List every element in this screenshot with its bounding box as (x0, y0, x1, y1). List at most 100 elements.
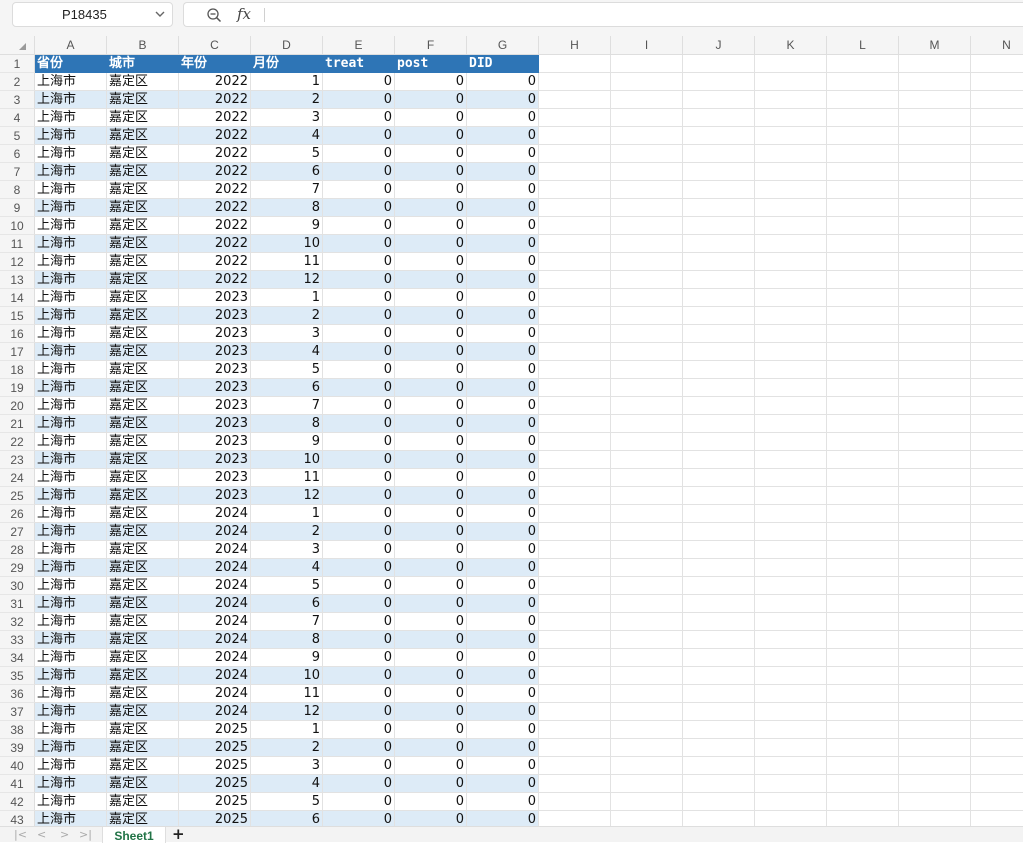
cell[interactable]: 0 (395, 739, 467, 757)
cell[interactable] (611, 289, 683, 307)
cell[interactable] (971, 343, 1023, 361)
cell[interactable]: 2 (251, 91, 323, 109)
cell[interactable]: 上海市 (35, 577, 107, 595)
cell[interactable] (827, 73, 899, 91)
cell[interactable] (683, 289, 755, 307)
cell[interactable] (611, 181, 683, 199)
cell[interactable] (755, 469, 827, 487)
cell[interactable] (827, 667, 899, 685)
cell[interactable] (755, 559, 827, 577)
cell[interactable]: 0 (467, 541, 539, 559)
cell[interactable]: 0 (467, 235, 539, 253)
cell[interactable]: 嘉定区 (107, 127, 179, 145)
cell[interactable]: 0 (323, 451, 395, 469)
cell[interactable] (611, 145, 683, 163)
header-cell[interactable]: 月份 (251, 55, 323, 73)
cell[interactable] (539, 613, 611, 631)
cell[interactable] (899, 613, 971, 631)
cell[interactable] (683, 253, 755, 271)
cell[interactable] (611, 703, 683, 721)
cell[interactable] (539, 109, 611, 127)
cell[interactable]: 上海市 (35, 145, 107, 163)
cell[interactable] (899, 649, 971, 667)
cell[interactable]: 0 (467, 505, 539, 523)
cell[interactable]: 0 (467, 433, 539, 451)
cell[interactable] (899, 577, 971, 595)
cell[interactable] (755, 613, 827, 631)
cell[interactable]: 0 (467, 253, 539, 271)
column-header-j[interactable]: J (683, 36, 755, 55)
cell[interactable] (683, 91, 755, 109)
cell[interactable] (827, 325, 899, 343)
cell[interactable]: 0 (395, 595, 467, 613)
cell[interactable]: 0 (323, 253, 395, 271)
cell[interactable] (611, 253, 683, 271)
cell[interactable] (899, 793, 971, 811)
cell[interactable]: 上海市 (35, 793, 107, 811)
cell[interactable] (683, 667, 755, 685)
cell[interactable]: 0 (323, 181, 395, 199)
cell[interactable]: 0 (395, 541, 467, 559)
cell[interactable]: 0 (467, 289, 539, 307)
cell[interactable]: 2023 (179, 469, 251, 487)
cell[interactable] (971, 721, 1023, 739)
cell[interactable] (827, 487, 899, 505)
cell[interactable] (611, 757, 683, 775)
cell[interactable]: 嘉定区 (107, 577, 179, 595)
cell[interactable]: 0 (395, 811, 467, 826)
cell[interactable] (755, 163, 827, 181)
cell[interactable]: 0 (467, 703, 539, 721)
cell[interactable]: 0 (467, 631, 539, 649)
cell[interactable] (971, 793, 1023, 811)
add-sheet-button[interactable]: + (172, 826, 185, 842)
cell[interactable] (899, 307, 971, 325)
column-header-h[interactable]: H (539, 36, 611, 55)
cell[interactable] (827, 793, 899, 811)
cell[interactable]: 上海市 (35, 739, 107, 757)
cell[interactable] (899, 127, 971, 145)
cell[interactable] (611, 775, 683, 793)
cell[interactable] (827, 505, 899, 523)
cell[interactable]: 嘉定区 (107, 325, 179, 343)
cell[interactable] (899, 343, 971, 361)
cell[interactable] (971, 523, 1023, 541)
cell[interactable]: 上海市 (35, 559, 107, 577)
cell[interactable] (899, 325, 971, 343)
cell[interactable]: 9 (251, 649, 323, 667)
cell[interactable] (755, 811, 827, 826)
cell[interactable]: 9 (251, 433, 323, 451)
cell[interactable]: 0 (395, 667, 467, 685)
cell[interactable]: 上海市 (35, 775, 107, 793)
cell[interactable] (755, 181, 827, 199)
cell[interactable]: 2023 (179, 451, 251, 469)
cell[interactable] (539, 91, 611, 109)
cell[interactable]: 上海市 (35, 487, 107, 505)
cell[interactable]: 1 (251, 73, 323, 91)
cell[interactable] (755, 397, 827, 415)
cell[interactable] (755, 775, 827, 793)
cell[interactable]: 嘉定区 (107, 613, 179, 631)
cell[interactable] (683, 811, 755, 826)
cell[interactable]: 嘉定区 (107, 649, 179, 667)
cell[interactable]: 2022 (179, 127, 251, 145)
cell[interactable]: 上海市 (35, 271, 107, 289)
cell[interactable] (899, 757, 971, 775)
cell[interactable]: 2024 (179, 595, 251, 613)
cell[interactable] (683, 217, 755, 235)
cell[interactable] (539, 577, 611, 595)
cell[interactable]: 0 (323, 235, 395, 253)
cell[interactable] (755, 145, 827, 163)
header-cell[interactable]: DID (467, 55, 539, 73)
cell[interactable] (971, 271, 1023, 289)
cell[interactable] (755, 73, 827, 91)
cell[interactable]: 上海市 (35, 613, 107, 631)
cell[interactable] (827, 469, 899, 487)
row-header[interactable]: 42 (0, 793, 35, 811)
cell[interactable] (539, 487, 611, 505)
cell[interactable] (539, 451, 611, 469)
cell[interactable] (539, 559, 611, 577)
cell[interactable] (899, 433, 971, 451)
cell[interactable] (827, 559, 899, 577)
cell[interactable] (971, 577, 1023, 595)
cell[interactable] (971, 649, 1023, 667)
